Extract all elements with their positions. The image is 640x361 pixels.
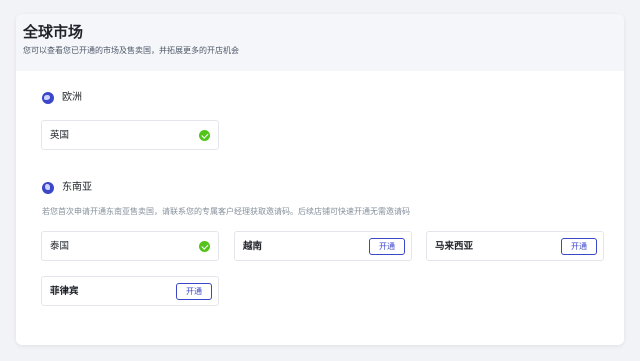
open-vietnam-button[interactable]: 开通 <box>369 238 405 255</box>
region-europe-title: 欧洲 <box>42 91 82 105</box>
globe-asia-icon <box>42 182 54 194</box>
market-philippines-name: 菲律宾 <box>50 286 79 297</box>
region-europe-label: 欧洲 <box>62 92 82 103</box>
market-uk: 英国 <box>41 120 219 150</box>
region-sea-title: 东南亚 <box>42 181 92 195</box>
page-subtitle: 您可以查看您已开通的市场及售卖国，并拓展更多的开店机会 <box>23 46 239 55</box>
region-sea-label: 东南亚 <box>62 182 92 193</box>
open-malaysia-button[interactable]: 开通 <box>561 238 597 255</box>
check-circle-icon <box>199 130 210 141</box>
invite-code-notice: 若您首次申请开通东南亚售卖国，请联系您的专属客户经理获取邀请码。后续店铺可快速开… <box>42 207 410 216</box>
open-philippines-button[interactable]: 开通 <box>176 283 212 300</box>
global-markets-card: 全球市场 您可以查看您已开通的市场及售卖国，并拓展更多的开店机会 欧洲 英国 东… <box>16 14 624 345</box>
page-title: 全球市场 <box>23 23 84 41</box>
market-uk-name: 英国 <box>50 130 70 141</box>
market-thailand-name: 泰国 <box>50 241 70 252</box>
market-malaysia-name: 马来西亚 <box>435 241 474 252</box>
market-vietnam-name: 越南 <box>243 241 263 252</box>
market-vietnam: 越南 开通 <box>234 231 412 261</box>
market-thailand: 泰国 <box>41 231 219 261</box>
market-philippines: 菲律宾 开通 <box>41 276 219 306</box>
check-circle-icon <box>199 241 210 252</box>
market-malaysia: 马来西亚 开通 <box>426 231 604 261</box>
page-header: 全球市场 您可以查看您已开通的市场及售卖国，并拓展更多的开店机会 <box>16 14 624 71</box>
globe-europe-icon <box>42 92 54 104</box>
